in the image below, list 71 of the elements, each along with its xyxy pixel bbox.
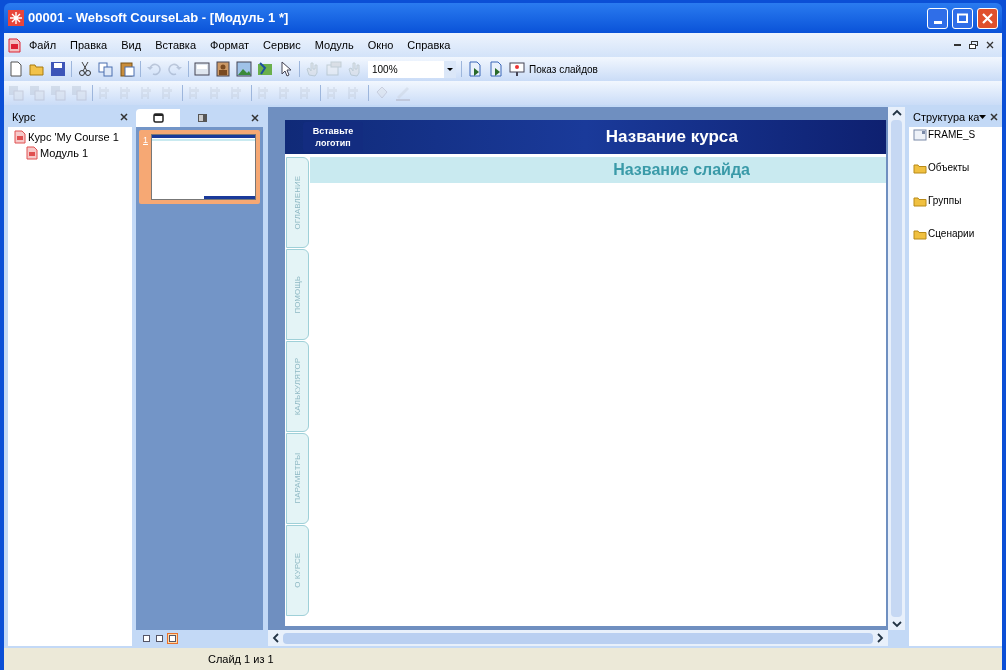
close-icon — [982, 12, 993, 24]
image-icon[interactable] — [236, 61, 252, 77]
scroll-down-icon[interactable] — [891, 621, 902, 628]
menu-item[interactable]: Окно — [367, 36, 394, 54]
menu-item[interactable]: Формат — [210, 36, 250, 54]
dropdown-icon[interactable] — [979, 115, 987, 119]
frame-icon[interactable] — [194, 61, 210, 77]
tree-item[interactable]: Модуль 1 — [40, 144, 89, 162]
menu-item[interactable]: Сервис — [263, 36, 301, 54]
window-title: 00001 - Websoft CourseLab - [Модуль 1 *] — [28, 9, 289, 28]
caret-icon — [447, 67, 453, 71]
document-icon — [26, 146, 38, 160]
document-icon — [14, 130, 26, 144]
close-icon[interactable] — [120, 113, 128, 121]
panel-title: Курс — [12, 109, 36, 125]
structure-item[interactable]: FRAME_S — [928, 127, 976, 142]
tree-item[interactable]: Курс 'My Course 1 — [28, 128, 119, 146]
slideshow-button[interactable]: Показ слайдов — [509, 61, 598, 77]
structure-item[interactable]: Группы — [928, 193, 962, 208]
maximize-button[interactable] — [952, 7, 973, 29]
slide-title: Название слайда — [613, 160, 750, 180]
clipboard-icon[interactable] — [119, 61, 135, 77]
document-icon — [8, 37, 21, 53]
preview-icon[interactable] — [467, 61, 483, 77]
slide-icon — [152, 113, 164, 123]
close-icon[interactable] — [986, 41, 994, 49]
scroll-right-icon[interactable] — [877, 633, 884, 643]
panel-title: Структура ка — [913, 109, 980, 125]
menu-item[interactable]: Вид — [121, 36, 142, 54]
view-button[interactable] — [141, 632, 152, 644]
panel-tab[interactable] — [136, 109, 180, 127]
projector-icon — [509, 61, 525, 77]
scroll-left-icon[interactable] — [272, 633, 279, 643]
save-icon[interactable] — [50, 61, 66, 77]
portrait-icon[interactable] — [215, 61, 231, 77]
frame-icon — [913, 128, 927, 141]
folder-icon — [913, 161, 927, 174]
horizontal-scrollbar[interactable] — [268, 630, 888, 646]
app-icon — [8, 10, 24, 26]
course-title: Название курса — [605, 126, 738, 149]
scissors-icon[interactable] — [77, 61, 93, 77]
undo-icon[interactable] — [146, 61, 162, 77]
structure-item[interactable]: Сценарии — [928, 226, 975, 241]
outline-icon — [196, 113, 208, 123]
menu-item[interactable]: Вставка — [155, 36, 196, 54]
zoom-dropdown[interactable]: 100% — [368, 60, 456, 78]
menu-item[interactable]: Модуль — [314, 36, 354, 54]
restore-icon[interactable] — [969, 41, 978, 49]
close-button[interactable] — [977, 7, 998, 29]
redo-icon[interactable] — [167, 61, 183, 77]
scroll-up-icon[interactable] — [891, 109, 902, 116]
menu-item[interactable]: Правка — [70, 36, 108, 54]
preview-icon[interactable] — [488, 61, 504, 77]
vertical-scrollbar[interactable] — [888, 107, 905, 630]
status-text: Слайд 1 из 1 — [208, 651, 274, 667]
maximize-icon — [957, 13, 968, 23]
minimize-icon — [933, 20, 942, 24]
view-button[interactable] — [167, 632, 178, 644]
folder-icon[interactable] — [29, 61, 45, 77]
close-icon[interactable] — [990, 113, 998, 121]
pointer-icon[interactable] — [278, 61, 294, 77]
minimize-button[interactable] — [927, 7, 948, 29]
new-page-icon[interactable] — [8, 61, 24, 77]
menu-item[interactable]: Файл — [29, 36, 57, 54]
structure-item[interactable]: Объекты — [928, 160, 970, 175]
copy-icon[interactable] — [98, 61, 114, 77]
close-icon[interactable] — [251, 114, 259, 122]
folder-icon — [913, 227, 927, 240]
folder-icon — [913, 194, 927, 207]
view-button[interactable] — [154, 632, 165, 644]
menu-item[interactable]: Справка — [407, 36, 451, 54]
